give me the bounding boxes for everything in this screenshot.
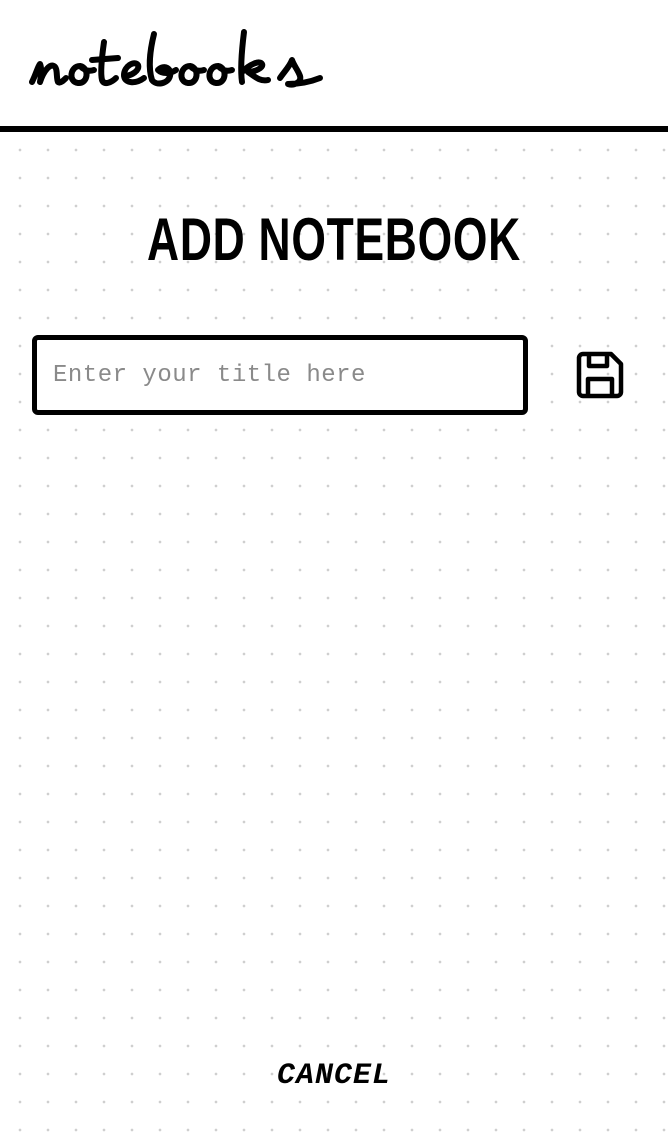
app-header: notebooks notebooks [0, 0, 668, 126]
dot-grid-canvas [0, 132, 668, 1146]
cancel-button[interactable]: CANCEL [234, 1050, 434, 1102]
save-button[interactable] [572, 347, 628, 403]
notebooks-logo[interactable]: notebooks [28, 20, 328, 100]
page-title: ADD NOTEBOOK [147, 206, 521, 273]
notebook-title-input[interactable] [32, 335, 528, 415]
floppy-disk-save-icon [576, 351, 624, 399]
